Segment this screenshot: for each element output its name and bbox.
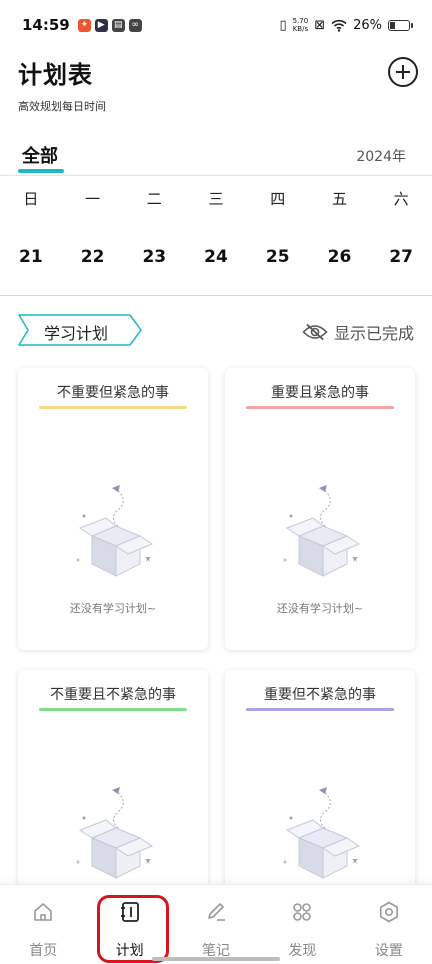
weekday-label: 三 (208, 190, 224, 208)
link-notification-icon: ∞ (128, 18, 142, 32)
nav-item-settings[interactable]: 设置 (346, 885, 432, 964)
nav-label: 设置 (374, 943, 403, 959)
nav-item-home[interactable]: 首页 (0, 885, 86, 964)
play-notification-icon: ▶ (94, 18, 108, 32)
net-speed-unit: KB/s (292, 25, 309, 33)
quadrant-card[interactable]: 不重要且不紧急的事 (18, 670, 208, 890)
vibrate-icon: ▯ (279, 17, 287, 33)
show-completed-label: 显示已完成 (333, 324, 414, 343)
message-notification-icon: ▤ (111, 18, 125, 32)
empty-box-icon (283, 787, 361, 879)
card-title: 重要但不紧急的事 (264, 687, 376, 703)
bottom-nav: 首页 计划 笔记 发现 设置 (0, 884, 432, 964)
page-subtitle: 高效规划每日时间 (18, 100, 106, 113)
show-completed-toggle[interactable]: 显示已完成 (302, 320, 414, 344)
nav-label: 首页 (29, 943, 58, 959)
card-title: 不重要但紧急的事 (57, 385, 169, 401)
status-time: 14:59 (22, 16, 70, 34)
weekday-row: 日 一 二 三 四 五 六 (0, 188, 432, 214)
weekday-label: 一 (85, 190, 101, 208)
card-color-line (39, 406, 187, 409)
quadrant-card[interactable]: 重要但不紧急的事 (225, 670, 415, 890)
pen-icon (208, 903, 226, 921)
date-row: 21 22 23 24 25 26 27 (0, 247, 432, 273)
tab-all[interactable]: 全部 (22, 142, 58, 168)
net-speed: 5.70 KB/s (293, 17, 309, 33)
plan-type-tag[interactable]: 学习计划 (18, 314, 142, 346)
wifi-icon (331, 19, 347, 32)
add-plan-button[interactable] (388, 57, 418, 87)
date-cell[interactable]: 24 (185, 247, 247, 273)
battery-icon (388, 19, 413, 31)
year-selector[interactable]: 2024年 (356, 146, 406, 166)
date-cell[interactable]: 23 (123, 247, 185, 273)
app-notification-icon: ✦ (77, 18, 91, 32)
card-title: 不重要且不紧急的事 (50, 687, 176, 703)
date-cell[interactable]: 21 (0, 247, 62, 273)
home-indicator[interactable] (152, 957, 280, 961)
nav-highlight-box (97, 895, 169, 963)
status-bar: 14:59 ✦ ▶ ▤ ∞ ▯ 5.70 KB/s ⊠ 26% (0, 0, 432, 50)
battery-percent: 26% (353, 17, 382, 33)
quadrant-card[interactable]: 不重要但紧急的事 还没有学习计划~ (18, 368, 208, 650)
date-cell[interactable]: 22 (62, 247, 124, 273)
weekday-label: 四 (270, 190, 286, 208)
eye-off-icon (302, 323, 328, 341)
empty-state-text: 还没有学习计划~ (276, 602, 364, 615)
status-left: 14:59 ✦ ▶ ▤ ∞ (22, 16, 142, 34)
date-cell[interactable]: 26 (309, 247, 371, 273)
nav-item-discover[interactable]: 发现 (259, 885, 345, 964)
nav-item-notes[interactable]: 笔记 (173, 885, 259, 964)
page-title: 计划表 (18, 61, 93, 89)
sim-icon: ⊠ (314, 17, 326, 33)
empty-box-icon (76, 787, 154, 879)
net-speed-value: 5.70 (292, 17, 309, 25)
card-color-line (39, 708, 187, 711)
date-cell[interactable]: 25 (247, 247, 309, 273)
weekday-label: 五 (331, 190, 347, 208)
home-icon (34, 903, 53, 921)
card-title: 重要且紧急的事 (271, 385, 369, 401)
date-cell[interactable]: 27 (370, 247, 432, 273)
header: 计划表 高效规划每日时间 (18, 55, 418, 114)
weekday-label: 六 (393, 190, 409, 208)
grid-icon (293, 903, 312, 921)
empty-box-icon (283, 485, 361, 577)
tabs-row: 全部 2024年 (0, 140, 432, 176)
calendar-divider (0, 295, 432, 296)
weekday-label: 二 (146, 190, 162, 208)
quadrant-card[interactable]: 重要且紧急的事 还没有学习计划~ (225, 368, 415, 650)
settings-icon (379, 901, 398, 923)
section-row: 学习计划 显示已完成 (18, 314, 414, 346)
card-color-line (246, 406, 394, 409)
empty-box-icon (76, 485, 154, 577)
status-right: ▯ 5.70 KB/s ⊠ 26% (279, 17, 413, 33)
plan-type-label: 学习计划 (44, 324, 109, 343)
weekday-label: 日 (23, 190, 39, 208)
empty-state-text: 还没有学习计划~ (69, 602, 157, 615)
card-color-line (246, 708, 394, 711)
tab-underline (18, 169, 64, 173)
